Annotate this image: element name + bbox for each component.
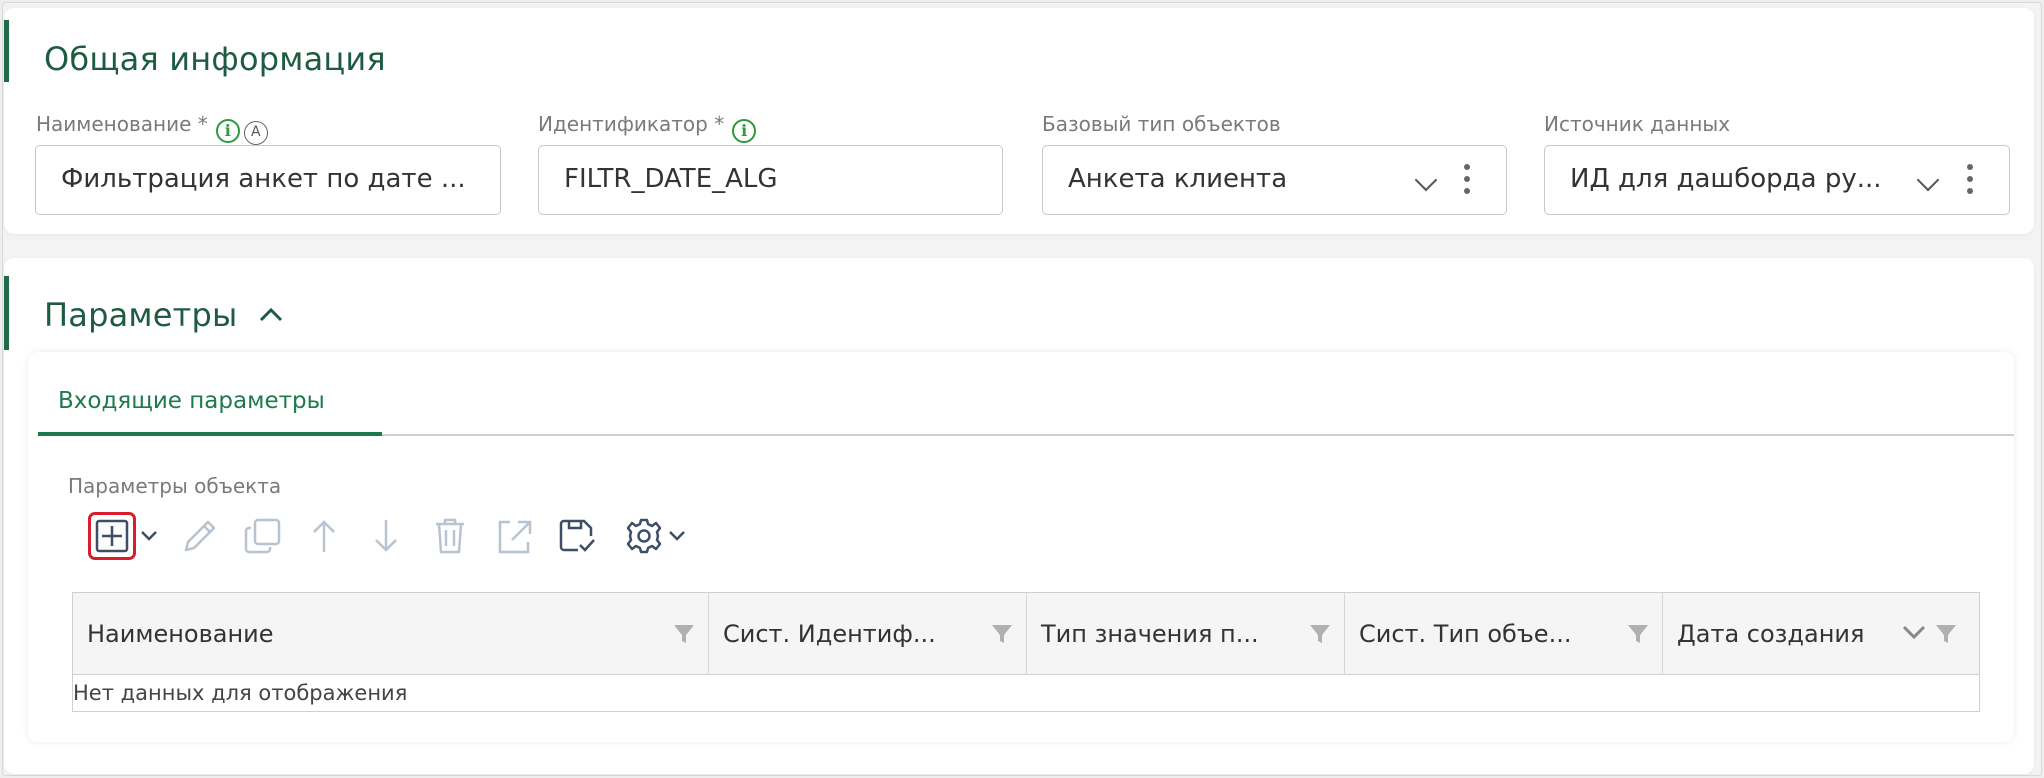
data-source-field-label: Источник данных (1544, 112, 1731, 136)
identifier-label-text: Идентификатор * (538, 112, 725, 136)
filter-icon[interactable] (1935, 623, 1957, 645)
active-tab-indicator (38, 432, 382, 436)
object-parameters-label: Параметры объекта (68, 474, 282, 498)
add-menu-dropdown[interactable] (140, 514, 158, 558)
general-info-title: Общая информация (44, 40, 386, 78)
tab-incoming-parameters[interactable]: Входящие параметры (58, 388, 325, 414)
edit-button[interactable] (178, 514, 222, 558)
table-header: Наименование Сист. Идентиф... Тип значен… (73, 593, 1979, 675)
move-up-button[interactable] (306, 514, 342, 558)
chevron-down-icon[interactable] (1414, 168, 1438, 192)
base-type-select[interactable]: Анкета клиента (1042, 145, 1507, 215)
name-input-value: Фильтрация анкет по дате ... (61, 164, 466, 194)
add-icon (95, 519, 129, 553)
parameters-card: Параметры Входящие параметры Параметры о… (4, 258, 2034, 774)
parameters-panel: Входящие параметры Параметры объекта Наи… (28, 352, 2014, 742)
more-vertical-icon[interactable] (1464, 164, 1470, 200)
info-icon[interactable]: i (732, 119, 757, 143)
filter-icon[interactable] (673, 623, 695, 645)
arrow-up-icon (313, 520, 335, 552)
settings-dropdown[interactable] (668, 514, 686, 558)
identifier-input-value: FILTR_DATE_ALG (564, 164, 778, 194)
column-header-label: Сист. Идентиф... (723, 620, 936, 648)
chevron-down-icon (141, 531, 157, 541)
column-header-system-object-type[interactable]: Сист. Тип объе... (1345, 593, 1663, 675)
name-label-text: Наименование * (36, 112, 208, 136)
add-button[interactable] (94, 514, 130, 558)
column-header-creation-date[interactable]: Дата создания (1663, 593, 1978, 675)
data-source-select[interactable]: ИД для дашборда ру... (1544, 145, 2010, 215)
save-button[interactable] (556, 514, 600, 558)
pencil-icon (184, 520, 216, 552)
column-header-label: Дата создания (1677, 620, 1865, 648)
empty-table-message: Нет данных для отображения (73, 681, 408, 705)
section-accent-bar (4, 20, 9, 82)
name-input[interactable]: Фильтрация анкет по дате ... (35, 145, 501, 215)
gear-icon (626, 518, 662, 554)
tabs-divider (382, 434, 2014, 436)
info-icon[interactable]: i (215, 119, 240, 143)
column-header-name[interactable]: Наименование (73, 593, 709, 675)
column-header-label: Тип значения п... (1041, 620, 1259, 648)
name-field-label: Наименование * i A (36, 112, 268, 145)
filter-icon[interactable] (1309, 623, 1331, 645)
copy-button[interactable] (241, 514, 285, 558)
general-info-card: Общая информация Наименование * i A Фильтр… (4, 8, 2034, 234)
move-down-button[interactable] (368, 514, 404, 558)
arrow-down-icon (375, 520, 397, 552)
base-type-field-label: Базовый тип объектов (1042, 112, 1281, 136)
identifier-input[interactable]: FILTR_DATE_ALG (538, 145, 1003, 215)
filter-icon[interactable] (1627, 623, 1649, 645)
column-header-label: Сист. Тип объе... (1359, 620, 1572, 648)
localization-icon[interactable]: A (243, 121, 268, 145)
parameters-title: Параметры (44, 296, 238, 334)
more-vertical-icon[interactable] (1967, 164, 1973, 200)
column-header-label: Наименование (87, 620, 274, 648)
copy-icon (244, 518, 281, 554)
open-button[interactable] (494, 514, 534, 558)
section-accent-bar (4, 276, 9, 350)
sort-desc-icon[interactable] (1901, 621, 1927, 643)
chevron-down-icon[interactable] (1916, 168, 1940, 192)
column-header-value-type[interactable]: Тип значения п... (1027, 593, 1345, 675)
chevron-up-icon[interactable] (258, 306, 284, 324)
data-source-select-value: ИД для дашборда ру... (1570, 164, 1882, 194)
chevron-down-icon (669, 531, 685, 541)
filter-icon[interactable] (991, 623, 1013, 645)
settings-button[interactable] (624, 514, 664, 558)
save-check-icon (559, 519, 595, 552)
identifier-field-label: Идентификатор * i (538, 112, 757, 143)
column-header-system-identifier[interactable]: Сист. Идентиф... (709, 593, 1027, 675)
open-external-icon (498, 520, 532, 554)
trash-icon (436, 518, 464, 554)
delete-button[interactable] (432, 514, 468, 558)
base-type-select-value: Анкета клиента (1068, 164, 1288, 194)
parameters-section-header[interactable]: Параметры (44, 296, 284, 334)
parameters-table: Наименование Сист. Идентиф... Тип значен… (72, 592, 1980, 712)
